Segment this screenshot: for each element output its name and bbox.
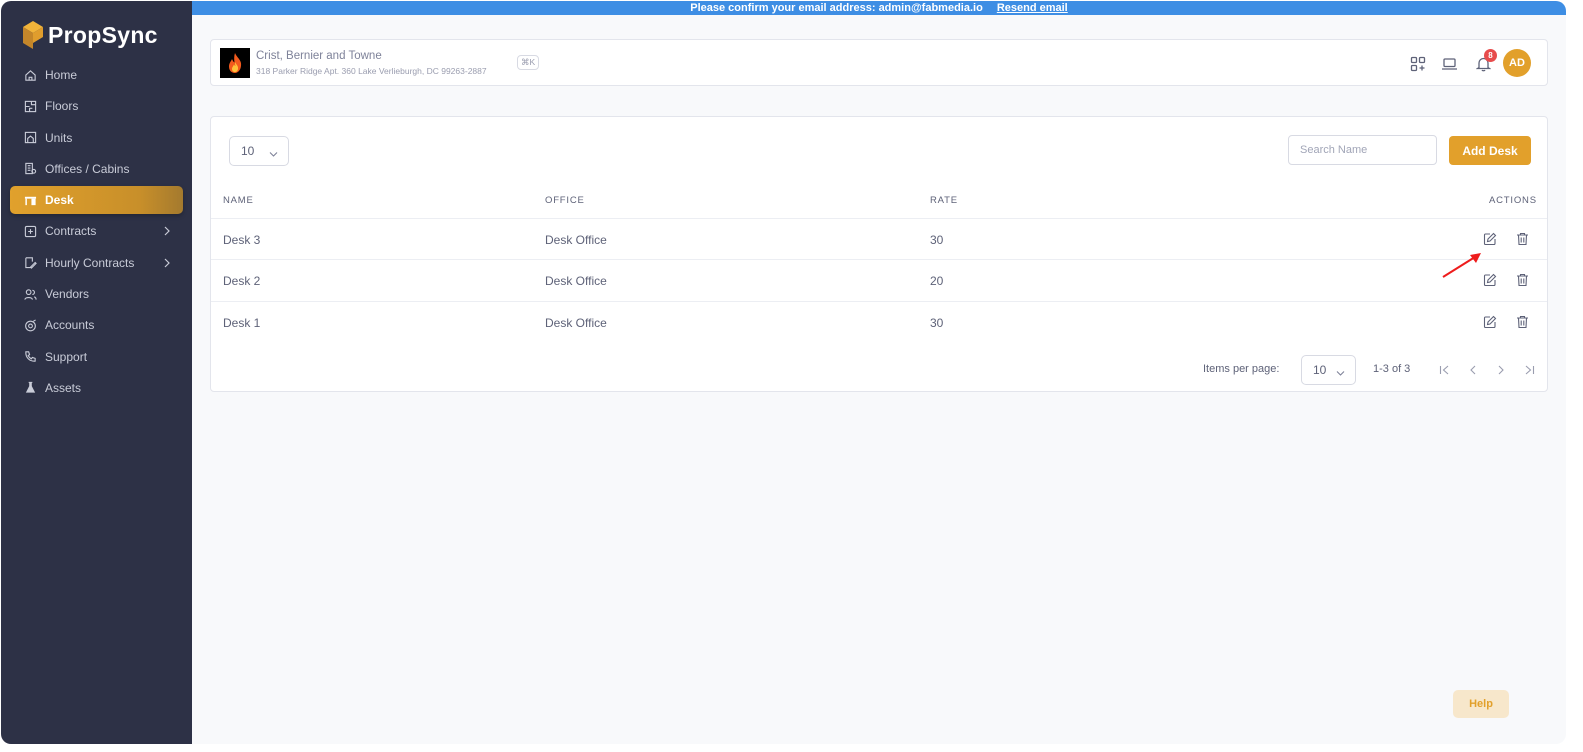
phone-icon — [23, 350, 37, 364]
page-size-select[interactable]: 10 — [229, 136, 289, 166]
sidebar-item-label: Accounts — [45, 318, 95, 333]
company-name[interactable]: Crist, Bernier and Towne — [256, 50, 382, 62]
page-size-value: 10 — [241, 144, 255, 158]
search-name-input[interactable] — [1288, 135, 1437, 165]
previous-page-icon[interactable] — [1466, 363, 1480, 377]
chevron-right-icon — [163, 257, 171, 271]
desk-office-cell: Desk Office — [545, 316, 607, 330]
items-per-page-value: 10 — [1313, 363, 1327, 377]
sidebar-item-desk[interactable]: Desk — [10, 186, 183, 215]
desk-rate-cell: 30 — [930, 316, 944, 330]
column-header-rate: RATE — [930, 195, 958, 206]
help-button[interactable]: Help — [1453, 690, 1509, 718]
sidebar-item-contracts[interactable]: Contracts — [10, 217, 183, 245]
email-confirm-banner: Please confirm your email address: admin… — [192, 1, 1566, 15]
sidebar-item-label: Contracts — [45, 224, 97, 239]
user-avatar[interactable]: AD — [1503, 49, 1531, 77]
desk-name-cell: Desk 1 — [223, 316, 261, 330]
sidebar-item-units[interactable]: Units — [10, 124, 183, 152]
sidebar-item-accounts[interactable]: Accounts — [10, 311, 183, 339]
floor-plan-icon — [23, 99, 37, 113]
sidebar-item-label: Desk — [45, 193, 74, 208]
sidebar-item-vendors[interactable]: Vendors — [10, 280, 183, 308]
chevron-right-icon — [163, 225, 171, 239]
trash-icon[interactable] — [1514, 231, 1530, 247]
app-frame: PropSync Home Floors Units Offices / Cab… — [1, 1, 1566, 744]
table-row: Desk 2 Desk Office 20 — [211, 259, 1547, 300]
sidebar-item-label: Vendors — [45, 287, 90, 302]
flask-icon — [23, 381, 37, 395]
sidebar: PropSync Home Floors Units Offices / Cab… — [1, 1, 192, 744]
annotation-arrow-icon — [1442, 253, 1481, 278]
desk-table-card: 10 Add Desk NAME OFFICE RATE ACTIONS Des… — [210, 116, 1548, 392]
desk-icon — [23, 193, 37, 207]
sidebar-item-support[interactable]: Support — [10, 343, 183, 371]
app-name: PropSync — [48, 21, 158, 48]
desk-office-cell: Desk Office — [545, 233, 607, 247]
edit-icon[interactable] — [1482, 231, 1498, 247]
sidebar-item-assets[interactable]: Assets — [10, 374, 183, 402]
edit-icon[interactable] — [1482, 314, 1498, 330]
pagination-range: 1-3 of 3 — [1373, 363, 1411, 375]
hourly-contract-icon — [23, 256, 37, 270]
first-page-icon[interactable] — [1437, 363, 1451, 377]
column-header-actions: ACTIONS — [1489, 195, 1537, 206]
table-row: Desk 3 Desk Office 30 — [211, 218, 1547, 259]
trash-icon[interactable] — [1514, 272, 1530, 288]
items-per-page-select[interactable]: 10 — [1301, 355, 1356, 385]
add-desk-button[interactable]: Add Desk — [1449, 136, 1531, 165]
chevron-down-icon — [1336, 366, 1345, 380]
sidebar-item-label: Offices / Cabins — [45, 161, 130, 176]
desk-rate-cell: 20 — [930, 274, 944, 288]
propsync-logo-icon — [23, 21, 43, 49]
desk-office-cell: Desk Office — [545, 274, 607, 288]
edit-icon[interactable] — [1482, 272, 1498, 288]
app-logo[interactable]: PropSync — [23, 21, 158, 49]
sidebar-item-label: Hourly Contracts — [45, 255, 135, 270]
sidebar-nav: Home Floors Units Offices / Cabins Desk … — [10, 61, 183, 405]
laptop-icon[interactable] — [1440, 55, 1458, 73]
sidebar-item-label: Home — [45, 68, 78, 82]
company-address: 318 Parker Ridge Apt. 360 Lake Verliebur… — [256, 66, 487, 76]
home-icon — [23, 68, 37, 82]
flame-icon — [229, 53, 242, 73]
resend-email-link[interactable]: Resend email — [997, 2, 1068, 14]
column-header-name: NAME — [223, 195, 254, 206]
sidebar-item-hourly-contracts[interactable]: Hourly Contracts — [10, 249, 183, 277]
contract-icon — [23, 224, 37, 238]
apps-add-icon[interactable] — [1409, 55, 1427, 73]
banner-message: Please confirm your email address: admin… — [690, 2, 983, 14]
column-header-office: OFFICE — [545, 195, 585, 206]
sidebar-item-home[interactable]: Home — [10, 61, 183, 89]
office-building-icon — [23, 162, 37, 176]
last-page-icon[interactable] — [1522, 363, 1536, 377]
desk-name-cell: Desk 3 — [223, 233, 261, 247]
users-icon — [23, 287, 37, 301]
notification-badge: 8 — [1484, 49, 1497, 62]
sidebar-item-label: Assets — [45, 380, 82, 395]
top-bar: Crist, Bernier and Towne 318 Parker Ridg… — [210, 39, 1548, 86]
next-page-icon[interactable] — [1494, 363, 1508, 377]
sidebar-item-offices-cabins[interactable]: Offices / Cabins — [10, 155, 183, 183]
command-k-shortcut[interactable]: ⌘K — [517, 55, 540, 70]
sidebar-item-label: Support — [45, 349, 88, 364]
desk-name-cell: Desk 2 — [223, 274, 261, 288]
sidebar-item-label: Units — [45, 130, 73, 145]
chevron-down-icon — [269, 147, 278, 161]
sidebar-item-floors[interactable]: Floors — [10, 92, 183, 120]
trash-icon[interactable] — [1514, 314, 1530, 330]
company-logo[interactable] — [220, 48, 250, 78]
items-per-page-label: Items per page: — [1203, 363, 1280, 375]
desk-rate-cell: 30 — [930, 233, 944, 247]
accounts-icon — [23, 318, 37, 332]
units-icon — [23, 131, 37, 145]
table-row: Desk 1 Desk Office 30 — [211, 301, 1547, 342]
sidebar-item-label: Floors — [45, 99, 79, 114]
